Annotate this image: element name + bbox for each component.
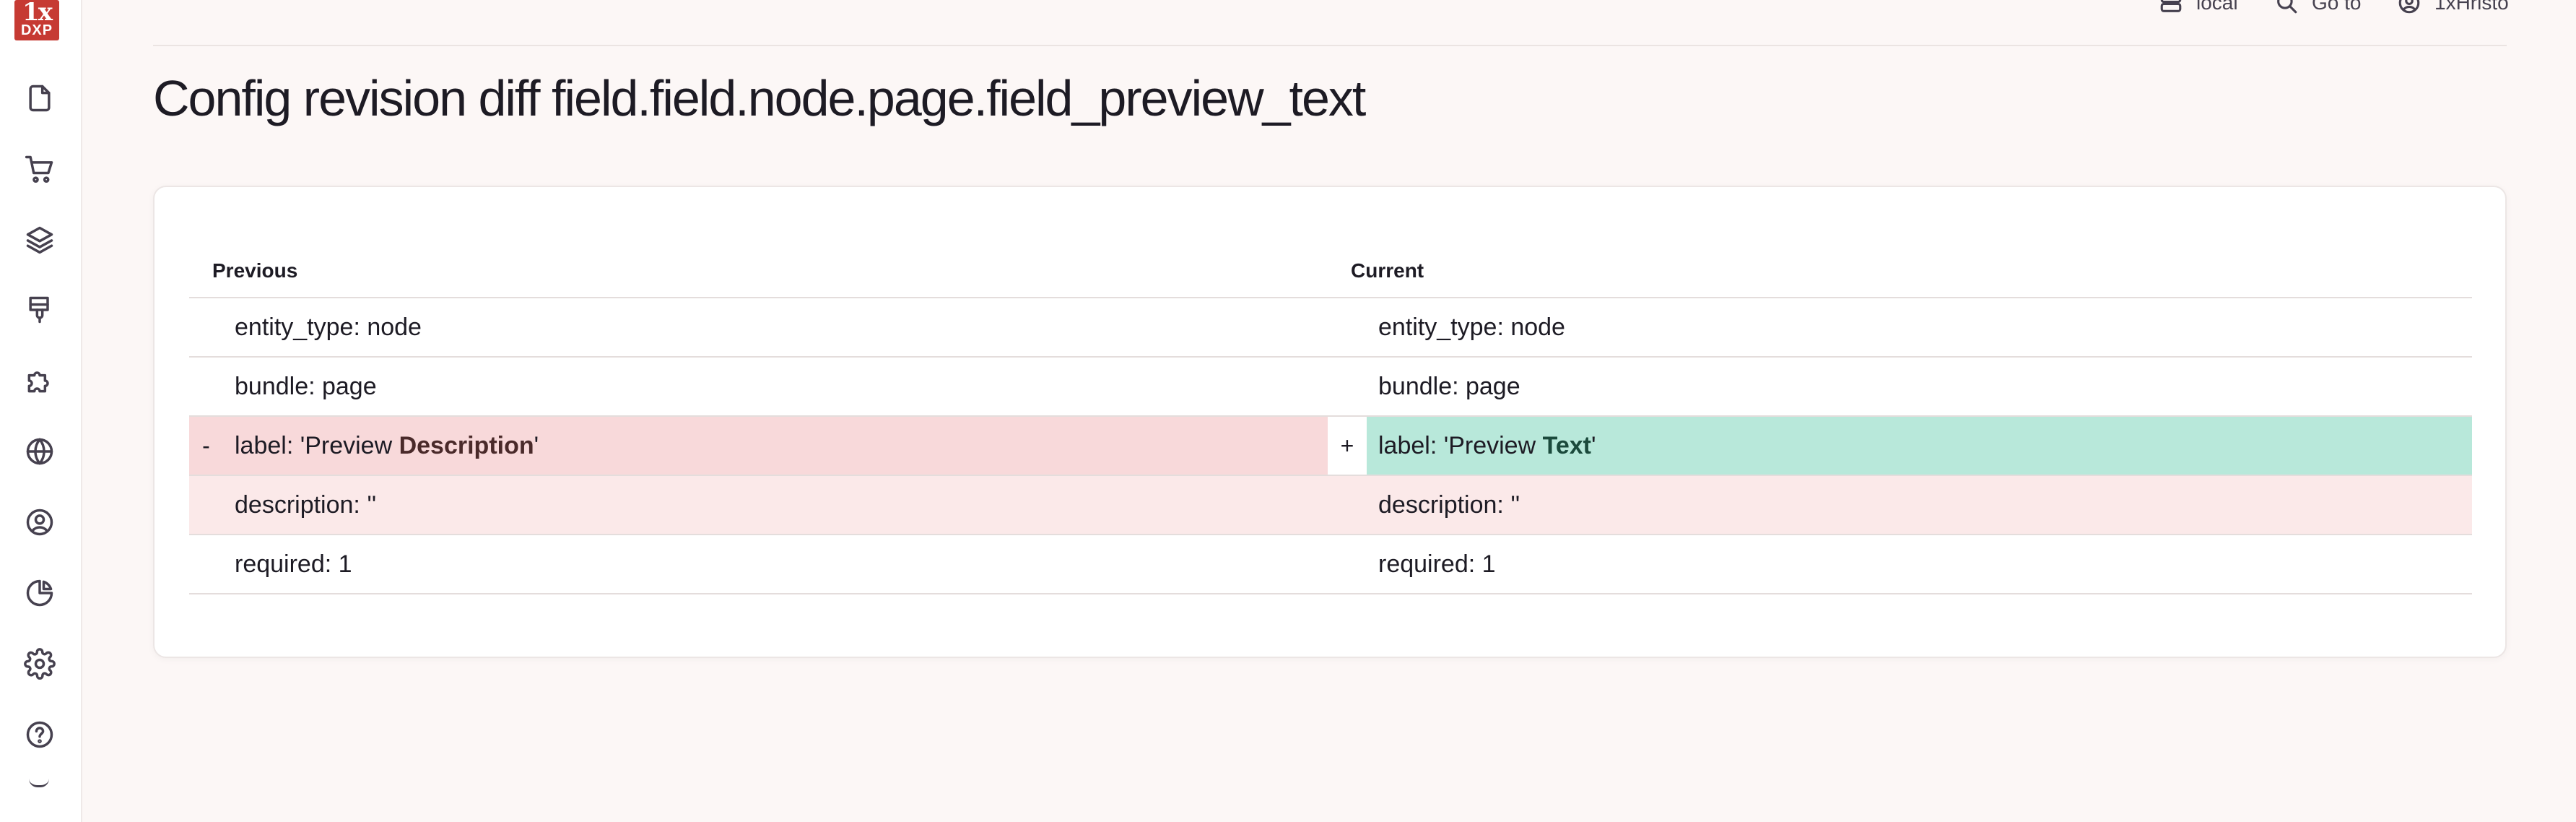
sidebar-more-indicator[interactable] bbox=[29, 779, 49, 787]
diff-row: bundle: page bundle: page bbox=[189, 358, 2472, 417]
nav-extend[interactable] bbox=[18, 359, 61, 402]
nav-content[interactable] bbox=[18, 77, 61, 120]
current-column-header: Current bbox=[1351, 259, 1424, 282]
sidebar: 1x DXP bbox=[0, 0, 82, 822]
page-title: Config revision diff field.field.node.pa… bbox=[153, 70, 1366, 126]
gear-icon bbox=[24, 648, 56, 680]
added-line: label: 'Preview Text ' bbox=[1367, 417, 2472, 475]
nav-commerce[interactable] bbox=[18, 147, 61, 191]
user-circle-icon bbox=[2398, 0, 2420, 14]
user-name: 1xHristo bbox=[2434, 0, 2509, 14]
diff-row-changed: - label: 'Preview Description ' + label: … bbox=[189, 417, 2472, 476]
diff-row-hovered: description: '' description: '' bbox=[189, 476, 2472, 535]
server-icon bbox=[2160, 0, 2182, 12]
added-line-suffix: ' bbox=[1591, 431, 1596, 459]
top-toolbar: local Go to 1xHristo bbox=[153, 0, 2509, 46]
cart-icon bbox=[25, 155, 53, 183]
nav-help[interactable] bbox=[18, 713, 61, 756]
nav-structure[interactable] bbox=[18, 218, 61, 261]
current-line: bundle: page bbox=[1378, 372, 1520, 400]
diff-header-row: Previous Current bbox=[189, 238, 2472, 298]
nav-people[interactable] bbox=[18, 501, 61, 544]
app-logo[interactable]: 1x DXP bbox=[14, 0, 59, 40]
diff-table: Previous Current entity_type: node entit… bbox=[189, 238, 2472, 594]
added-marker: + bbox=[1328, 417, 1367, 475]
current-line: description: '' bbox=[1378, 490, 1520, 519]
nav-regional[interactable] bbox=[18, 430, 61, 473]
user-menu[interactable]: 1xHristo bbox=[2397, 0, 2509, 16]
user-circle-icon bbox=[26, 509, 53, 536]
document-icon bbox=[29, 85, 51, 112]
nav-appearance[interactable] bbox=[18, 288, 61, 332]
logo-top-text: 1x bbox=[22, 0, 53, 27]
deleted-marker: - bbox=[189, 417, 223, 475]
added-line-prefix: label: 'Preview bbox=[1378, 431, 1543, 459]
puzzle-icon bbox=[27, 371, 49, 393]
layers-icon bbox=[26, 226, 53, 254]
diff-row: required: 1 required: 1 bbox=[189, 535, 2472, 594]
goto-button[interactable]: Go to bbox=[2274, 0, 2361, 16]
deleted-word: Description bbox=[399, 431, 534, 459]
nav-reports[interactable] bbox=[18, 571, 61, 615]
current-line: required: 1 bbox=[1378, 550, 1496, 578]
deleted-line-suffix: ' bbox=[534, 431, 539, 459]
nav-configuration[interactable] bbox=[18, 642, 61, 685]
environment-label: local bbox=[2196, 0, 2238, 14]
paint-brush-icon bbox=[29, 296, 49, 324]
logo-bottom-text: DXP bbox=[20, 22, 53, 38]
deleted-line-prefix: label: 'Preview bbox=[235, 431, 399, 459]
help-icon bbox=[26, 721, 53, 748]
previous-line: bundle: page bbox=[235, 372, 377, 400]
pie-chart-icon bbox=[26, 579, 53, 607]
previous-line: entity_type: node bbox=[235, 313, 422, 341]
deleted-line: label: 'Preview Description ' bbox=[223, 417, 1328, 475]
diff-row: entity_type: node entity_type: node bbox=[189, 298, 2472, 358]
previous-line: description: '' bbox=[235, 490, 377, 519]
environment-switcher[interactable]: local bbox=[2159, 0, 2238, 16]
previous-line: required: 1 bbox=[235, 550, 352, 578]
search-icon bbox=[2277, 0, 2297, 14]
current-line: entity_type: node bbox=[1378, 313, 1565, 341]
diff-card: Previous Current entity_type: node entit… bbox=[153, 186, 2507, 658]
goto-label: Go to bbox=[2312, 0, 2362, 14]
added-word: Text bbox=[1542, 431, 1591, 459]
previous-column-header: Previous bbox=[212, 259, 298, 282]
globe-icon bbox=[26, 438, 53, 465]
